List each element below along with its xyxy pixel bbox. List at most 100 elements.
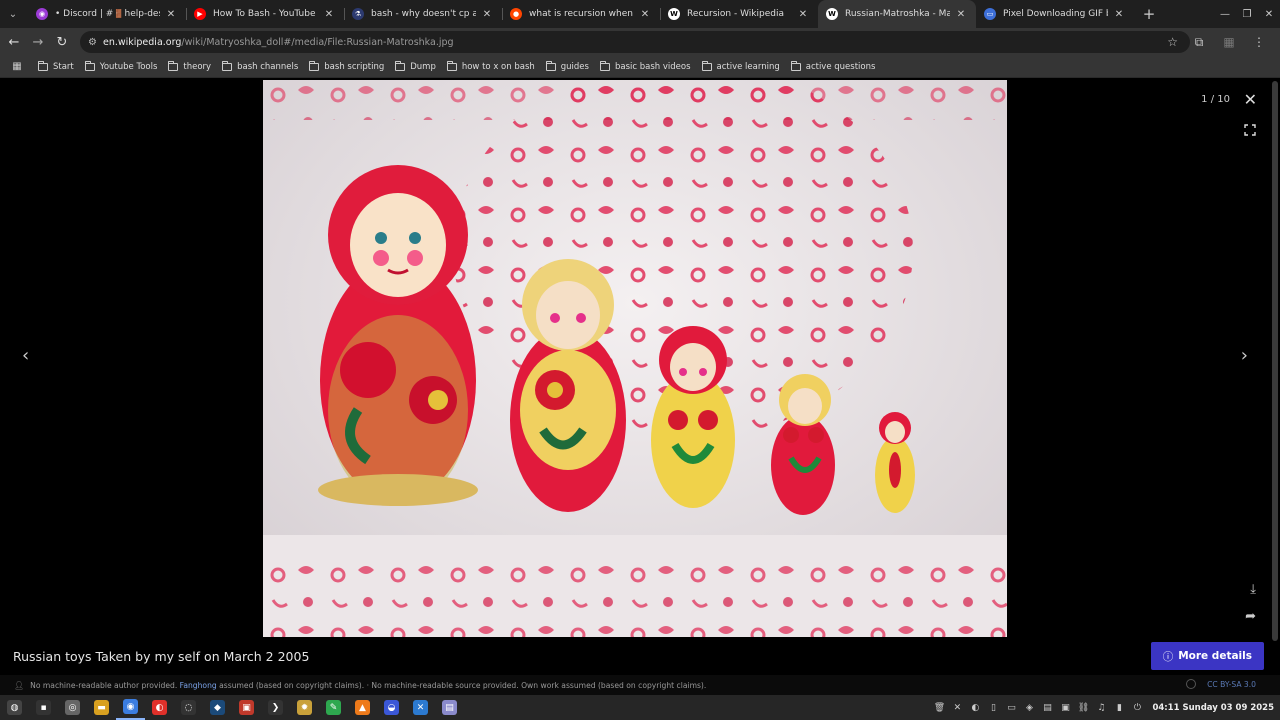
taskbar-app[interactable]: ▣ — [232, 695, 261, 720]
license-link[interactable]: CC BY-SA 3.0 — [1207, 680, 1256, 689]
address-bar[interactable]: ⚙ en.wikipedia.org /wiki/Matryoshka_doll… — [80, 31, 1190, 53]
bookmark-folder[interactable]: basic bash videos — [599, 60, 691, 72]
browser-tab[interactable]: ◉ • Discord | #🚪help-desk | 0x ✕ — [28, 0, 186, 28]
next-image-icon[interactable]: › — [1241, 345, 1248, 366]
volume-icon[interactable]: ▮ — [1110, 703, 1128, 713]
tab-close-icon[interactable]: ✕ — [480, 9, 494, 20]
tab-search-chevron-icon[interactable]: ⌄ — [4, 5, 22, 23]
tab-close-icon[interactable]: ✕ — [638, 9, 652, 20]
extensions-icon[interactable]: ⧉ — [1184, 35, 1214, 50]
taskbar-app[interactable]: ◒ — [377, 695, 406, 720]
bookmark-folder[interactable]: bash channels — [222, 60, 298, 72]
download-icon[interactable]: ⤓ — [1250, 582, 1256, 597]
apps-grid-icon[interactable]: ▦ — [6, 61, 28, 72]
clipboard-icon[interactable]: ▭ — [1002, 703, 1020, 713]
profile-icon[interactable]: ▦ — [1214, 35, 1244, 49]
bookmark-star-icon[interactable]: ☆ — [1167, 35, 1178, 49]
bookmark-folder[interactable]: theory — [168, 60, 211, 72]
taskbar-app[interactable]: ◆ — [203, 695, 232, 720]
fullscreen-icon[interactable] — [1244, 124, 1256, 136]
new-tab-button[interactable]: + — [1138, 5, 1160, 23]
tab-close-icon[interactable]: ✕ — [164, 9, 178, 20]
shield-icon[interactable]: ◈ — [1020, 703, 1038, 713]
xfce-tray-icon[interactable]: ✕ — [948, 703, 966, 713]
close-window-icon[interactable]: ✕ — [1258, 9, 1280, 20]
browser-tab[interactable]: ▶ How To Bash - YouTube ✕ — [186, 0, 344, 28]
taskbar-app[interactable]: ◎ — [58, 695, 87, 720]
tab-close-icon[interactable]: ✕ — [1112, 9, 1126, 20]
bookmark-label: basic bash videos — [614, 61, 691, 72]
photo-illustration — [263, 80, 1007, 637]
previous-image-icon[interactable]: ‹ — [22, 345, 29, 366]
tab-close-icon[interactable]: ✕ — [796, 9, 810, 20]
sync-icon[interactable]: ◐ — [966, 703, 984, 713]
image-caption: Russian toys Taken by my self on March 2… — [13, 649, 310, 664]
browser-tab[interactable]: W Russian-Matroshka - Matry ✕ — [818, 0, 976, 28]
vlc-icon: ▲ — [355, 700, 370, 715]
menu-icon[interactable]: ⋮ — [1244, 35, 1274, 49]
disk-icon: ◎ — [65, 700, 80, 715]
tab-close-icon[interactable]: ✕ — [322, 9, 336, 20]
taskbar-app[interactable]: ◍ — [0, 695, 29, 720]
files-icon: ▬ — [94, 700, 109, 715]
more-details-button[interactable]: ⓘ More details — [1150, 642, 1264, 670]
tab-title: • Discord | #🚪help-desk | 0x — [55, 9, 160, 19]
attribution-prefix: No machine-readable author provided. — [30, 680, 178, 690]
reload-button[interactable]: ↻ — [50, 35, 74, 50]
doll-third — [651, 326, 735, 508]
taskbar-app[interactable]: ❯ — [261, 695, 290, 720]
music-icon[interactable]: ♫ — [1092, 703, 1110, 713]
minimize-icon[interactable]: — — [1214, 9, 1236, 20]
bookmark-folder[interactable]: Dump — [395, 60, 436, 72]
toolbar-actions: ⧉ ▦ ⋮ — [1184, 28, 1274, 56]
printer-icon[interactable]: ▤ — [1038, 703, 1056, 713]
browser-tab[interactable]: ▭ Pixel Downloading GIF by De ✕ — [976, 0, 1134, 28]
taskbar-app[interactable]: ◐ — [145, 695, 174, 720]
site-settings-icon[interactable]: ⚙ — [88, 37, 97, 48]
taskbar-app[interactable]: ◌ — [174, 695, 203, 720]
close-viewer-icon[interactable]: ✕ — [1244, 90, 1257, 109]
bookmark-folder[interactable]: how to x on bash — [446, 60, 535, 72]
clock[interactable]: 04:11 Sunday 03 09 2025 — [1152, 703, 1274, 713]
author-link[interactable]: Fanghong — [180, 681, 217, 690]
bookmark-folder[interactable]: Start — [38, 60, 74, 72]
system-tray: 🗑︎ ✕ ◐ ▯ ▭ ◈ ▤ ▣ ⛓︎ ♫ ▮ ⏻ 04:11 Sunday 0… — [930, 695, 1274, 720]
scrollbar[interactable] — [1270, 79, 1280, 641]
tab-close-icon[interactable]: ✕ — [954, 9, 968, 20]
browser-tab[interactable]: W Recursion - Wikipedia ✕ — [660, 0, 818, 28]
bookmark-folder[interactable]: Youtube Tools — [84, 60, 158, 72]
media-viewer: 1 / 10 ✕ ‹ › ⤓ ➦ Russian toys Taken by m… — [0, 79, 1280, 675]
tab-favicon-icon: ▶ — [194, 8, 206, 20]
tab-favicon-icon: W — [826, 8, 838, 20]
taskbar-app[interactable]: ▬ — [87, 695, 116, 720]
power-icon[interactable]: ⏻ — [1128, 703, 1146, 713]
share-icon[interactable]: ➦ — [1245, 609, 1256, 624]
more-details-label: More details — [1178, 650, 1252, 662]
taskbar-app[interactable]: ▤ — [435, 695, 464, 720]
restore-icon[interactable]: ❐ — [1236, 9, 1258, 20]
bookmark-folder[interactable]: active questions — [790, 60, 875, 72]
bookmark-folder[interactable]: bash scripting — [309, 60, 384, 72]
network-icon[interactable]: ⛓︎ — [1074, 703, 1092, 713]
taskbar-app[interactable]: ▲ — [348, 695, 377, 720]
back-button[interactable]: ← — [2, 35, 26, 50]
taskbar-app[interactable]: ▪ — [29, 695, 58, 720]
vivaldi-icon: ◐ — [152, 700, 167, 715]
taskbar-app[interactable]: ✕ — [406, 695, 435, 720]
bookmark-folder[interactable]: guides — [545, 60, 589, 72]
attribution-bar: 👤︎ No machine-readable author provided. … — [0, 675, 1280, 695]
taskbar-app[interactable]: ◉ — [116, 695, 145, 720]
bookmark-label: Youtube Tools — [99, 61, 158, 72]
browser-tab[interactable]: ⚗ bash - why doesn't cp autom ✕ — [344, 0, 502, 28]
taskbar-app[interactable]: ✎ — [319, 695, 348, 720]
browser-tab[interactable]: ● what is recursion when appl ✕ — [502, 0, 660, 28]
doll-smallest — [875, 412, 915, 513]
trash-icon[interactable]: 🗑︎ — [930, 703, 948, 713]
forward-button[interactable]: → — [26, 35, 50, 50]
notes-tray-icon[interactable]: ▣ — [1056, 703, 1074, 713]
taskbar-app[interactable]: ✹ — [290, 695, 319, 720]
tab-title: Recursion - Wikipedia — [687, 9, 785, 19]
bookmark-folder[interactable]: active learning — [701, 60, 780, 72]
battery-icon[interactable]: ▯ — [984, 703, 1002, 713]
folder-icon — [168, 60, 179, 71]
